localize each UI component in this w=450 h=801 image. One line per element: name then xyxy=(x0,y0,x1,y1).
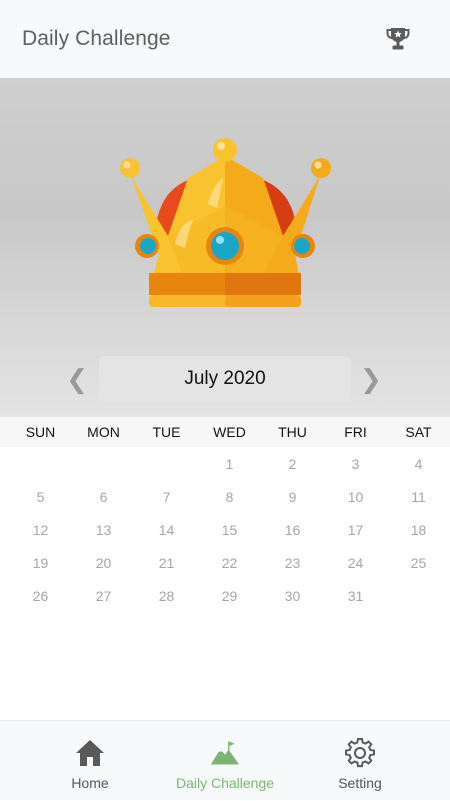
nav-daily-challenge[interactable]: Daily Challenge xyxy=(150,721,300,801)
calendar-day[interactable]: 25 xyxy=(387,546,450,579)
page-title: Daily Challenge xyxy=(22,27,171,50)
hero-banner: ❮ July 2020 ❯ xyxy=(0,78,450,417)
next-month-button[interactable]: ❯ xyxy=(360,364,382,394)
calendar-day[interactable]: 16 xyxy=(261,513,324,546)
home-icon xyxy=(76,740,104,766)
month-label: July 2020 xyxy=(99,356,351,402)
nav-setting[interactable]: Setting xyxy=(285,721,435,801)
trophy-icon xyxy=(386,28,410,50)
nav-setting-label: Setting xyxy=(338,775,382,791)
calendar-day-empty xyxy=(387,579,450,612)
calendar-day[interactable]: 19 xyxy=(9,546,72,579)
mountain-flag-icon xyxy=(210,741,240,765)
weekday-label: SUN xyxy=(25,424,56,440)
calendar-day[interactable]: 14 xyxy=(135,513,198,546)
calendar-grid: 1 2 3 4 5 6 7 8 9 10 11 12 13 14 15 16 1… xyxy=(9,447,450,612)
weekday-label: WED xyxy=(213,424,246,440)
calendar-day[interactable]: 1 xyxy=(198,447,261,480)
bottom-navigation: Home Daily Challenge Setting xyxy=(0,720,450,800)
trophy-button[interactable] xyxy=(382,22,414,56)
calendar-day[interactable]: 11 xyxy=(387,480,450,513)
calendar-day-empty xyxy=(9,447,72,480)
calendar-day-empty xyxy=(135,447,198,480)
calendar-day[interactable]: 22 xyxy=(198,546,261,579)
calendar-day[interactable]: 21 xyxy=(135,546,198,579)
calendar-day[interactable]: 23 xyxy=(261,546,324,579)
nav-home[interactable]: Home xyxy=(15,721,165,801)
month-navigation: ❮ July 2020 ❯ xyxy=(0,356,450,404)
calendar-day[interactable]: 4 xyxy=(387,447,450,480)
nav-home-label: Home xyxy=(71,775,109,791)
calendar-day[interactable]: 26 xyxy=(9,579,72,612)
calendar-day[interactable]: 29 xyxy=(198,579,261,612)
calendar-day[interactable]: 5 xyxy=(9,480,72,513)
calendar-day[interactable]: 18 xyxy=(387,513,450,546)
weekday-label: THU xyxy=(278,424,307,440)
calendar-day[interactable]: 15 xyxy=(198,513,261,546)
calendar-day[interactable]: 9 xyxy=(261,480,324,513)
gear-icon xyxy=(345,738,375,768)
calendar-day[interactable]: 30 xyxy=(261,579,324,612)
app-header: Daily Challenge xyxy=(0,0,450,78)
calendar-day[interactable]: 31 xyxy=(324,579,387,612)
calendar-day-empty xyxy=(72,447,135,480)
calendar-day[interactable]: 8 xyxy=(198,480,261,513)
calendar-day[interactable]: 2 xyxy=(261,447,324,480)
calendar-day[interactable]: 28 xyxy=(135,579,198,612)
weekday-label: SAT xyxy=(405,424,432,440)
calendar-day[interactable]: 27 xyxy=(72,579,135,612)
calendar-day[interactable]: 3 xyxy=(324,447,387,480)
weekday-label: FRI xyxy=(344,424,367,440)
calendar-day[interactable]: 13 xyxy=(72,513,135,546)
crown-icon xyxy=(120,138,331,307)
calendar-day[interactable]: 20 xyxy=(72,546,135,579)
weekday-label: TUE xyxy=(152,424,181,440)
calendar-day[interactable]: 17 xyxy=(324,513,387,546)
calendar-day[interactable]: 24 xyxy=(324,546,387,579)
calendar-day[interactable]: 10 xyxy=(324,480,387,513)
previous-month-button[interactable]: ❮ xyxy=(66,364,88,394)
calendar-day[interactable]: 6 xyxy=(72,480,135,513)
calendar-day[interactable]: 7 xyxy=(135,480,198,513)
weekday-header: SUN MON TUE WED THU FRI SAT xyxy=(0,417,450,447)
nav-daily-challenge-label: Daily Challenge xyxy=(175,775,275,791)
calendar-day[interactable]: 12 xyxy=(9,513,72,546)
weekday-label: MON xyxy=(87,424,120,440)
